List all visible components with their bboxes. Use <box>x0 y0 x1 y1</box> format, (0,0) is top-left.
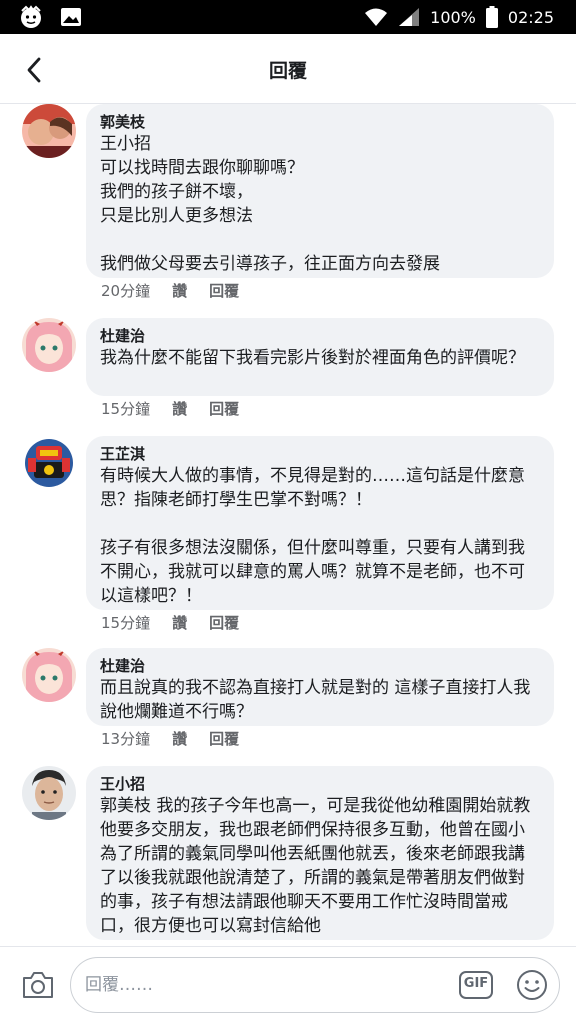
avatar[interactable] <box>22 648 76 702</box>
wifi-icon <box>365 8 388 26</box>
comment-meta: 13分鐘 讚 回覆 <box>101 728 239 750</box>
reply-button[interactable]: 回覆 <box>209 398 239 420</box>
avatar[interactable] <box>22 436 76 490</box>
comment-time: 20分鐘 <box>101 282 151 300</box>
gif-label: GIF <box>463 976 489 991</box>
reply-field: GIF <box>70 957 560 1013</box>
signal-icon <box>399 8 420 26</box>
avatar[interactable] <box>22 766 76 820</box>
image-icon <box>61 8 81 26</box>
header: 回覆 <box>0 34 576 104</box>
like-button[interactable]: 讚 <box>172 398 187 420</box>
compose-bar: GIF <box>0 946 576 1024</box>
comment-list[interactable]: 郭美枝 王小招 可以找時間去跟你聊聊嗎？ 我們的孩子餅不壞， 只是比別人更多想法… <box>0 104 576 946</box>
face-icon <box>21 5 41 28</box>
reply-input[interactable] <box>85 970 445 1000</box>
camera-button[interactable] <box>18 967 58 1003</box>
comment-time: 15分鐘 <box>101 400 151 418</box>
comment-author[interactable]: 王小招 <box>100 774 540 794</box>
comment-meta: 15分鐘 讚 回覆 <box>101 398 239 420</box>
comment-time: 13分鐘 <box>101 730 151 748</box>
battery-percent: 100% <box>430 7 476 27</box>
comment-bubble: 杜建治 我為什麼不能留下我看完影片後對於裡面角色的評價呢？ <box>86 318 554 396</box>
comment-text: 王小招 可以找時間去跟你聊聊嗎？ 我們的孩子餅不壞， 只是比別人更多想法 我們做… <box>100 134 440 274</box>
comment-meta: 20分鐘 讚 回覆 <box>101 280 239 302</box>
battery-icon <box>485 6 498 28</box>
comment-bubble: 王芷淇 有時候大人做的事情，不見得是對的……這句話是什麼意思？指陳老師打學生巴掌… <box>86 436 554 610</box>
like-button[interactable]: 讚 <box>172 728 187 750</box>
comment-author[interactable]: 郭美枝 <box>100 112 540 132</box>
comment-author[interactable]: 杜建治 <box>100 656 540 676</box>
like-button[interactable]: 讚 <box>172 280 187 302</box>
comment-bubble: 杜建治 而且說真的我不認為直接打人就是對的 這樣子直接打人我說他爛難道不行嗎？ <box>86 648 554 726</box>
emoji-button[interactable] <box>515 968 549 1002</box>
comment-text: 而且說真的我不認為直接打人就是對的 這樣子直接打人我說他爛難道不行嗎？ <box>100 678 531 722</box>
status-bar: 100% 02:25 <box>0 0 576 34</box>
page-title: 回覆 <box>268 60 307 82</box>
emoji-icon <box>517 970 547 1000</box>
clock: 02:25 <box>507 7 554 27</box>
comment-author[interactable]: 杜建治 <box>100 326 540 346</box>
comment-text: 郭美枝 我的孩子今年也高一，可是我從他幼稚園開始就教他要多交朋友，我也跟老師們保… <box>100 796 531 936</box>
comment-bubble: 郭美枝 王小招 可以找時間去跟你聊聊嗎？ 我們的孩子餅不壞， 只是比別人更多想法… <box>86 104 554 278</box>
comment-author[interactable]: 王芷淇 <box>100 444 540 464</box>
camera-icon <box>23 972 53 998</box>
comment-text: 有時候大人做的事情，不見得是對的……這句話是什麼意思？指陳老師打學生巴掌不對嗎？… <box>100 466 525 606</box>
avatar[interactable] <box>22 104 76 158</box>
avatar[interactable] <box>22 318 76 372</box>
reply-button[interactable]: 回覆 <box>209 728 239 750</box>
comment-meta: 15分鐘 讚 回覆 <box>101 612 239 634</box>
comment-bubble: 王小招 郭美枝 我的孩子今年也高一，可是我從他幼稚園開始就教他要多交朋友，我也跟… <box>86 766 554 940</box>
reply-button[interactable]: 回覆 <box>209 280 239 302</box>
comment-text: 我為什麼不能留下我看完影片後對於裡面角色的評價呢？ <box>100 348 525 368</box>
reply-button[interactable]: 回覆 <box>209 612 239 634</box>
comment-time: 15分鐘 <box>101 614 151 632</box>
like-button[interactable]: 讚 <box>172 612 187 634</box>
gif-button[interactable]: GIF <box>459 969 493 1001</box>
